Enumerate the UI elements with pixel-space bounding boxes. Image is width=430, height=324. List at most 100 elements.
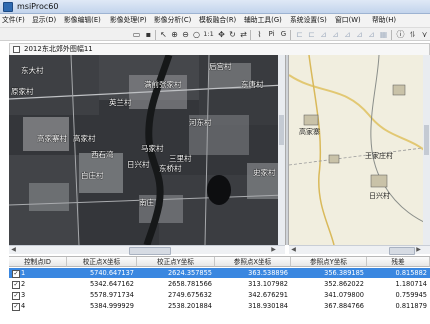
table-row[interactable]: ✓ 4 5384.999929 2538.201884 318.930184 3… — [9, 301, 430, 311]
place-label: 高家寨村 — [37, 134, 67, 143]
toolbar: ▭ ▪ ↖ ⊕ ⊖ ○ 1:1 ✥ ↻ ⇄ ⌇ Pi G ⊏ ⊏ ⊿ ⊿ ⊿ ⊿… — [0, 27, 430, 41]
cell-residual: 1.180714 — [395, 280, 427, 288]
menu-bar: 文件(F) 显示(D) 影像编辑(E) 影像处理(P) 影像分析(C) 模板融合… — [0, 14, 430, 27]
menu-fusion[interactable]: 模板融合(R) — [199, 14, 236, 27]
open-folder-icon[interactable]: ▭ — [131, 29, 142, 40]
place-label: 满前张家村 — [144, 80, 182, 89]
satellite-image-pane[interactable]: 东大村 后宫村 原家村 满前张家村 东唐村 英兰村 高家寨村 河东村 西石湾 马… — [9, 55, 285, 245]
menu-analysis[interactable]: 影像分析(C) — [154, 14, 191, 27]
menu-edit[interactable]: 影像编辑(E) — [64, 14, 101, 27]
cell-residual: 0.759945 — [395, 291, 427, 299]
place-label: 白庄村 — [81, 171, 104, 180]
place-label: 后宫村 — [209, 62, 232, 71]
col-header-id[interactable]: 控制点ID — [9, 257, 67, 267]
swap-icon[interactable]: ⇄ — [238, 29, 249, 40]
table-row[interactable]: ✓ 1 5740.647137 2624.357855 363.538896 3… — [9, 268, 430, 278]
scrollbar-thumb[interactable] — [129, 247, 171, 255]
scroll-right-icon[interactable]: ▶ — [269, 246, 278, 254]
scroll-left-icon[interactable]: ◀ — [289, 246, 298, 254]
document-title: 2012东北郊外图幅11 — [24, 45, 93, 53]
left-horizontal-scrollbar[interactable]: ◀ ▶ — [9, 245, 285, 255]
place-label: 三里村 — [169, 154, 192, 163]
menu-display[interactable]: 显示(D) — [32, 14, 56, 27]
map-place-label: 王家庄村 — [365, 152, 393, 160]
toolbar-divider — [155, 30, 156, 40]
cell-ref-y: 341.079800 — [324, 291, 364, 299]
col-header-ref-y[interactable]: 参照点Y坐标 — [291, 257, 367, 267]
add-point-icon[interactable]: ⊿ — [318, 29, 329, 40]
place-label: 史家村 — [253, 168, 276, 177]
place-label: 日兴村 — [127, 160, 150, 169]
pan-icon[interactable]: ✥ — [216, 29, 227, 40]
pixel-button[interactable]: Pi — [266, 29, 277, 40]
menu-help[interactable]: 帮助(H) — [372, 14, 396, 27]
add-point-icon[interactable]: ⊿ — [330, 29, 341, 40]
app-icon — [3, 2, 13, 12]
cell-ref-x: 313.107982 — [248, 280, 288, 288]
title-bar: msiProc60 — [0, 0, 430, 14]
cell-ref-y: 352.862022 — [324, 280, 364, 288]
cell-ref-x: 318.930184 — [248, 302, 288, 310]
pointer-icon[interactable]: ↖ — [158, 29, 169, 40]
place-label: 马家村 — [141, 144, 164, 153]
place-label: 高家村 — [73, 134, 96, 143]
menu-tools[interactable]: 辅助工具(G) — [244, 14, 282, 27]
warp-icon[interactable]: ⥮ — [407, 29, 418, 40]
reference-map — [289, 55, 430, 245]
scrollbar-thumb[interactable] — [389, 247, 415, 255]
control-point-icon[interactable]: ⊏ — [306, 29, 317, 40]
cell-ref-x: 342.676291 — [248, 291, 288, 299]
cell-corr-x: 5384.999929 — [89, 302, 134, 310]
col-header-corr-y[interactable]: 校正点Y坐标 — [137, 257, 215, 267]
map-place-label: 高家寨 — [299, 128, 320, 136]
cell-ref-y: 356.389185 — [324, 269, 364, 277]
cell-residual: 0.811879 — [395, 302, 427, 310]
col-header-corr-x[interactable]: 校正点X坐标 — [67, 257, 137, 267]
cell-id: 3 — [21, 291, 26, 299]
add-point-icon[interactable]: ⊿ — [366, 29, 377, 40]
cell-id: 4 — [21, 302, 26, 310]
place-label: 原家村 — [11, 87, 34, 96]
zoom-1-1-button[interactable]: 1:1 — [202, 29, 215, 40]
add-point-icon[interactable]: ⊿ — [354, 29, 365, 40]
scroll-right-icon[interactable]: ▶ — [414, 246, 423, 254]
place-label: 东唐村 — [241, 80, 264, 89]
scroll-left-icon[interactable]: ◀ — [9, 246, 18, 254]
mdi-frame — [0, 43, 9, 324]
graph-icon[interactable]: ⌇ — [254, 29, 265, 40]
control-point-icon[interactable]: ⊏ — [294, 29, 305, 40]
grid-icon[interactable]: ▦ — [378, 29, 389, 40]
save-icon[interactable]: ▪ — [143, 29, 154, 40]
refresh-icon[interactable]: ↻ — [227, 29, 238, 40]
place-label: 河东村 — [189, 118, 212, 127]
cell-corr-x: 5578.971734 — [89, 291, 134, 299]
place-label: 西石湾 — [91, 150, 114, 159]
cell-corr-y: 2624.357855 — [167, 269, 212, 277]
col-header-ref-x[interactable]: 参照点X坐标 — [215, 257, 291, 267]
place-label: 东大村 — [21, 66, 44, 75]
add-point-icon[interactable]: ⊿ — [342, 29, 353, 40]
cell-ref-y: 367.884766 — [324, 302, 364, 310]
window-title: msiProc60 — [17, 2, 59, 11]
place-label: 东桥村 — [159, 164, 182, 173]
table-row[interactable]: ✓ 3 5578.971734 2749.675632 342.676291 3… — [9, 290, 430, 300]
cell-residual: 0.815882 — [395, 269, 427, 277]
menu-settings[interactable]: 系统设置(S) — [290, 14, 327, 27]
col-header-residual[interactable]: 残差 — [367, 257, 430, 267]
toolbar-divider — [250, 30, 251, 40]
zoom-in-icon[interactable]: ⊕ — [169, 29, 180, 40]
info-icon[interactable]: ⓘ — [395, 29, 406, 40]
menu-file[interactable]: 文件(F) — [2, 14, 25, 27]
map-place-label: 日兴村 — [369, 192, 390, 200]
reference-map-pane[interactable]: 高家寨 王家庄村 日兴村 — [289, 55, 430, 245]
menu-process[interactable]: 影像处理(P) — [110, 14, 147, 27]
cell-corr-y: 2538.201884 — [167, 302, 212, 310]
table-row[interactable]: ✓ 2 5342.647162 2658.781566 313.107982 3… — [9, 279, 430, 289]
menu-window[interactable]: 窗口(W) — [335, 14, 361, 27]
cell-corr-x: 5740.647137 — [89, 269, 134, 277]
geo-button[interactable]: G — [278, 29, 289, 40]
zoom-out-icon[interactable]: ⊖ — [180, 29, 191, 40]
zoom-icon[interactable]: ○ — [191, 29, 202, 40]
more-icon[interactable]: ⋎ — [419, 29, 430, 40]
right-horizontal-scrollbar[interactable]: ◀ ▶ — [289, 245, 430, 255]
